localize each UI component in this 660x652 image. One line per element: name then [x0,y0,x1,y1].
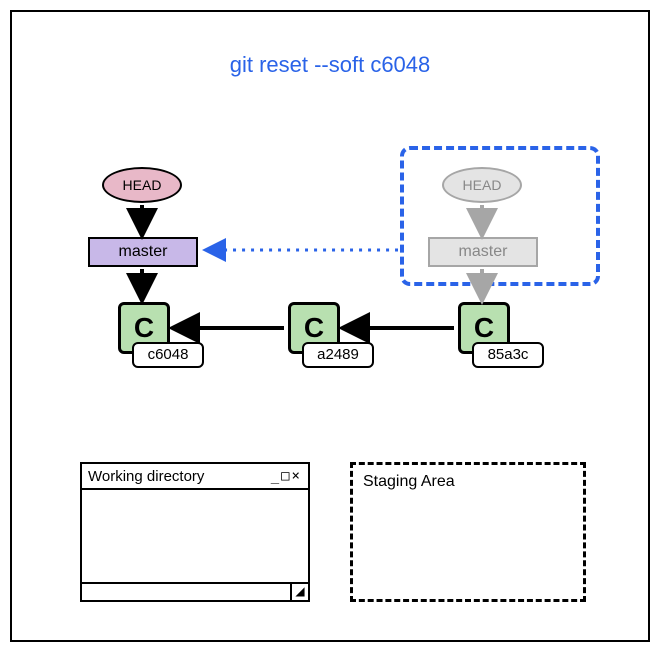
working-directory-window: Working directory _□× ◢ [80,462,310,602]
resize-grip-icon: ◢ [290,584,308,600]
window-titlebar: Working directory _□× [82,464,308,490]
diagram-frame: git reset --soft c6048 HEAD master HEAD … [10,10,650,642]
window-controls-icon: _□× [271,468,302,484]
window-statusbar: ◢ [82,582,308,600]
staging-area-label: Staging Area [363,473,455,490]
staging-area-box: Staging Area [350,462,586,602]
window-title: Working directory [88,468,204,485]
